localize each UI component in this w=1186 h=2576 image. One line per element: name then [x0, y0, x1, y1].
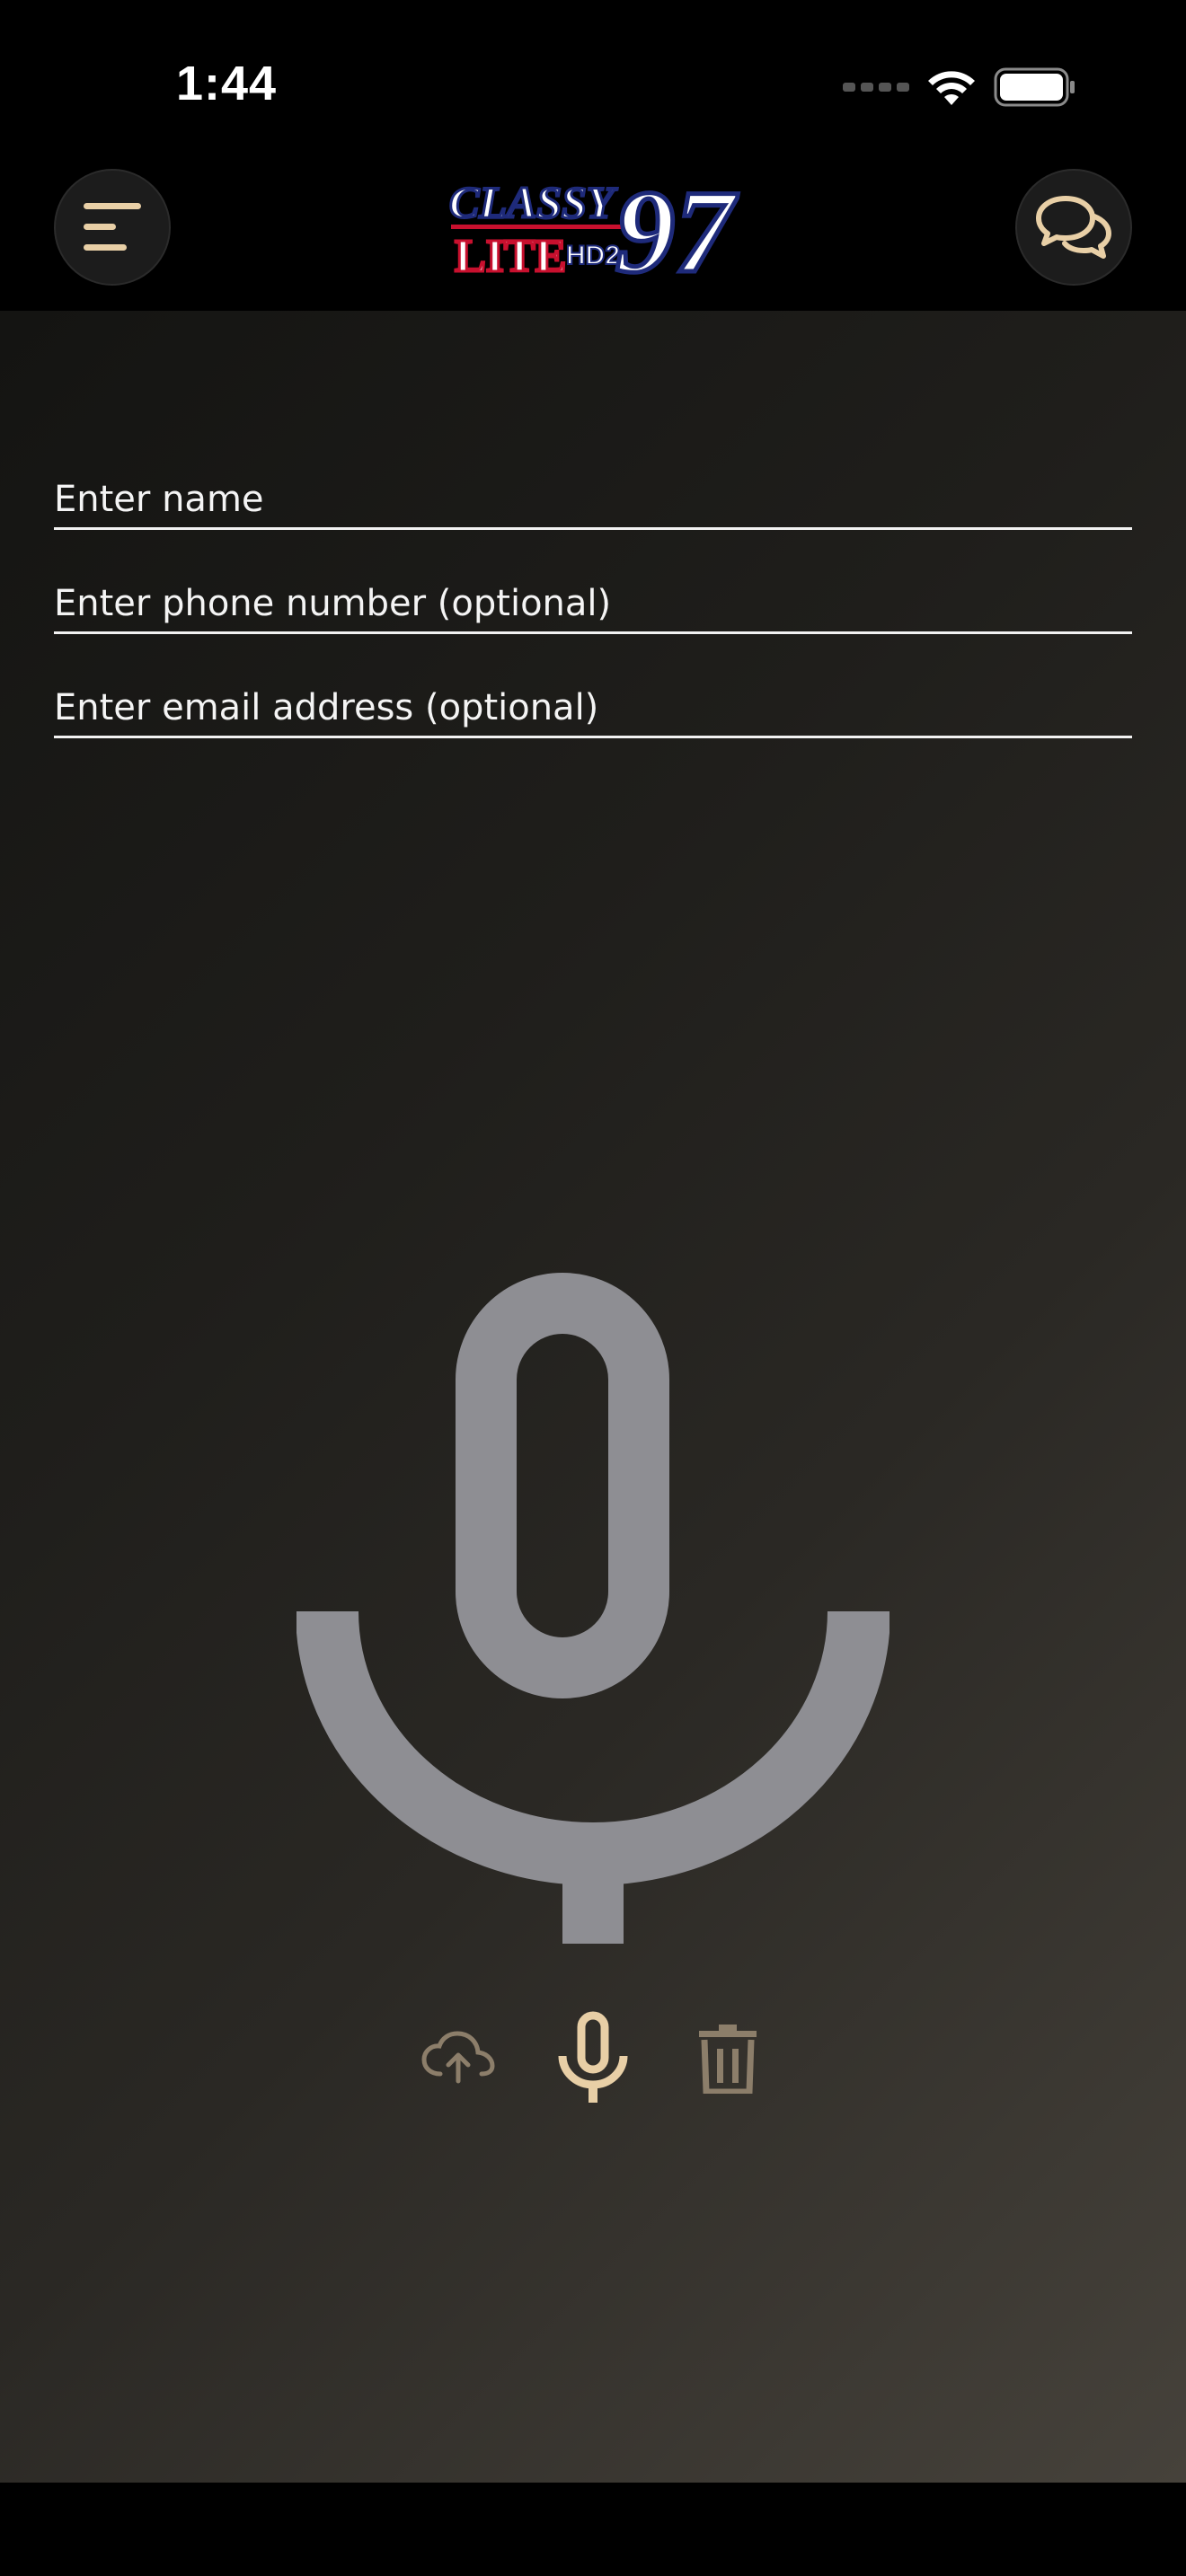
chat-bubbles-icon [1036, 196, 1111, 259]
logo-line2: LITE [455, 231, 566, 282]
phone-field [54, 578, 1132, 634]
battery-icon [994, 67, 1075, 107]
status-bar: 1:44 [0, 0, 1186, 153]
chat-button[interactable] [1015, 169, 1132, 286]
name-input[interactable] [54, 474, 1132, 525]
microphone-icon [558, 2011, 628, 2103]
phone-input[interactable] [54, 578, 1132, 629]
name-field [54, 474, 1132, 530]
trash-icon [699, 2025, 757, 2094]
upload-button[interactable] [420, 1999, 496, 2116]
status-icons [843, 65, 1076, 110]
menu-button[interactable] [54, 169, 171, 286]
email-field [54, 683, 1132, 738]
menu-icon [84, 203, 141, 251]
status-time: 1:44 [176, 57, 278, 110]
cellular-dots-icon [843, 83, 909, 92]
logo-badge: HD2 [566, 241, 620, 270]
station-logo: CLASSY LITE HD2 97 [440, 163, 746, 300]
delete-button[interactable] [692, 1999, 764, 2116]
record-button[interactable] [557, 1999, 629, 2116]
email-input[interactable] [54, 683, 1132, 733]
cloud-upload-icon [421, 2031, 495, 2084]
nav-bar: CLASSY LITE HD2 97 [0, 153, 1186, 311]
bottom-bar [0, 2483, 1186, 2576]
recorder-controls [0, 1999, 1186, 2116]
logo-number: 97 [615, 165, 739, 289]
logo-line1: CLASSY [449, 177, 618, 227]
main-content [0, 311, 1186, 2483]
microphone-icon [296, 1273, 890, 1944]
wifi-icon [928, 71, 975, 105]
